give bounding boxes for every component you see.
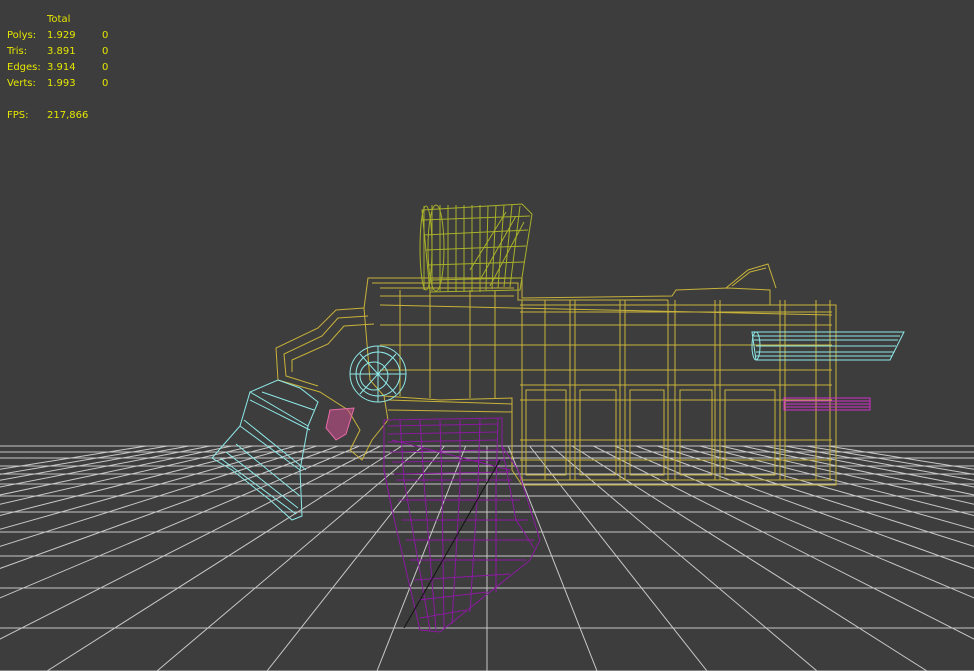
trigger-guard-wireframe[interactable]: [325, 407, 355, 441]
grid-line: [0, 445, 296, 530]
fps-label: FPS:: [7, 110, 29, 121]
viewport-scene[interactable]: [0, 0, 974, 671]
stats-selected-value: 0: [102, 78, 109, 89]
stats-label: Edges:: [7, 62, 41, 73]
grid-line: [0, 445, 339, 569]
grid-line: [0, 445, 275, 517]
magazine-wireframe[interactable]: [383, 417, 541, 633]
stats-total-value: 3.914: [47, 62, 76, 73]
stats-selected-value: 0: [102, 62, 109, 73]
stats-total-value: 1.929: [47, 30, 76, 41]
stats-total-value: 1.993: [47, 78, 76, 89]
top-scope-wireframe[interactable]: [419, 203, 533, 293]
stats-selected-value: 0: [102, 30, 109, 41]
stats-header-total: Total: [47, 14, 71, 25]
axis-line: [403, 459, 501, 629]
grid-line: [0, 445, 360, 599]
stats-label: Tris:: [7, 46, 28, 57]
grid-line: [0, 445, 381, 640]
stats-total-value: 3.891: [47, 46, 76, 57]
front-muzzle-wireframe[interactable]: [211, 379, 319, 521]
stats-selected-value: 0: [102, 46, 109, 57]
grid-line: [46, 445, 403, 671]
3d-viewport[interactable]: Total Polys: 1.929 0 Tris: 3.891 0 Edges…: [0, 0, 974, 671]
stats-label: Polys:: [7, 30, 37, 41]
fps-value: 217,866: [47, 110, 89, 121]
right-barrel-wireframe[interactable]: [751, 331, 905, 361]
cylinder-detail-wireframe[interactable]: [349, 345, 407, 403]
grid-line: [156, 445, 424, 671]
stats-label: Verts:: [7, 78, 36, 89]
